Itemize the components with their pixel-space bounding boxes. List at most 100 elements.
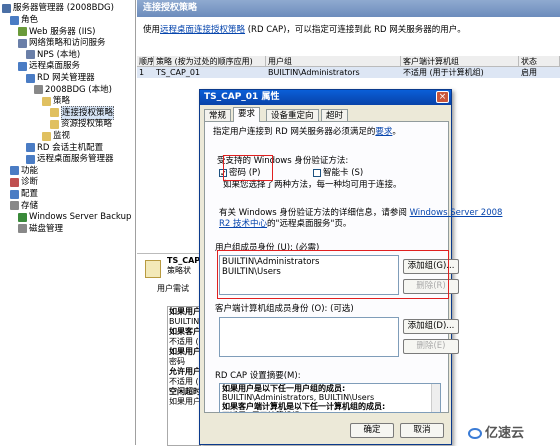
properties-dialog: TS_CAP_01 属性 × 常规 要求 设备重定向 超时 指定用户连接到 RD…	[199, 89, 502, 445]
tree-item-label: Web 服务器 (IIS)	[29, 26, 96, 37]
col-header-user-group[interactable]: 用户组	[266, 56, 401, 67]
tree-item[interactable]: 连接授权策略	[50, 105, 115, 120]
cloud-icon	[468, 428, 482, 439]
tree-item[interactable]: NPS (本地)	[26, 49, 80, 61]
tree-item-label: 2008BDG (本地)	[45, 84, 112, 95]
tree-item[interactable]: 监视	[42, 130, 70, 142]
summary-line: 不适用 (	[169, 377, 199, 386]
col-header-status[interactable]: 状态	[519, 56, 560, 67]
tab-timeout[interactable]: 超时	[321, 109, 349, 121]
tree-item-label: RD 会话主机配置	[37, 142, 104, 153]
node-icon	[42, 131, 51, 141]
node-icon	[34, 85, 43, 95]
tab-requirements[interactable]: 要求	[233, 107, 261, 122]
summary-box[interactable]: 如果用户是以下任一用户组的成员: BUILTIN\Administrators, …	[219, 383, 441, 413]
node-icon	[18, 38, 27, 48]
annotation-box	[217, 250, 449, 299]
tree-item-label: 诊断	[21, 177, 39, 188]
summary-line: BUILTIN\	[169, 317, 201, 326]
windows-server-link[interactable]: Windows Server 2008	[410, 208, 503, 218]
details-summary: 如果用户 BUILTIN\ 如果客户 不适用 (如果用户 密码 允许用户 不适用 (空闲超时…	[167, 306, 201, 446]
tree-item-label: 远程桌面服务	[29, 61, 81, 72]
summary-line: 不适用 (	[169, 337, 199, 346]
node-icon	[50, 108, 59, 118]
navigation-tree[interactable]: 服务器管理器 (2008BDG) 角色 Web 服务器 (IIS) 网络策略和访问服…	[0, 0, 136, 445]
summary-label: RD CAP 设置摘要(M):	[215, 371, 301, 381]
tree-item-label: 监视	[53, 131, 71, 141]
pane-title: 连接授权策略	[137, 0, 560, 17]
intro-text: 指定用户连接到 RD 网关服务器必须满足的要求。	[213, 127, 401, 137]
summary-line: 如果用户	[169, 347, 201, 356]
col-header-policy[interactable]: 策略 (按为过处的顺序应用)	[154, 56, 266, 67]
col-header-client-group[interactable]: 客户端计算机组	[401, 56, 519, 67]
pane-description: 使用远程桌面连接授权策略 (RD CAP)，可以指定可连接到此 RD 网关服务器…	[143, 25, 466, 35]
tree-item-label: Windows Server Backup	[29, 212, 132, 223]
summary-line: 空闲超时	[169, 387, 201, 396]
tree-item[interactable]: RD 网关管理器	[26, 72, 95, 84]
tree-item-label: 存储	[21, 200, 39, 211]
help-text: 有关 Windows 身份验证方法的详细信息，请参阅 Windows Serve…	[219, 208, 503, 218]
tree-item-label: 资源授权策略	[61, 119, 113, 130]
client-group-list[interactable]	[219, 317, 399, 357]
node-icon	[10, 166, 19, 176]
tree-item[interactable]: 远程桌面服务管理器	[26, 153, 114, 165]
node-icon	[18, 212, 27, 222]
tree-item-label: 角色	[21, 15, 39, 25]
tree-item-label: 磁盘管理	[29, 223, 64, 234]
tree-item[interactable]: 功能	[10, 165, 38, 177]
node-icon	[10, 15, 19, 25]
tree-item[interactable]: 存储	[10, 200, 38, 212]
summary-line: 允许用户	[169, 367, 201, 376]
details-status-label: 策略状	[167, 266, 191, 275]
smartcard-checkbox[interactable]: 智能卡 (S)	[313, 168, 363, 179]
scrollbar[interactable]	[431, 384, 440, 412]
tree-root[interactable]: 服务器管理器 (2008BDG)	[2, 2, 114, 14]
tree-item-label: NPS (本地)	[37, 49, 81, 60]
node-icon	[26, 73, 35, 83]
tree-item[interactable]: 诊断	[10, 176, 38, 188]
tree-item[interactable]: RD 会话主机配置	[26, 142, 103, 154]
tree-item[interactable]: 磁盘管理	[18, 223, 63, 235]
node-icon	[42, 96, 51, 106]
summary-line: 如果客户	[169, 327, 201, 336]
cancel-button[interactable]: 取消	[400, 423, 444, 438]
summary-line: 如果用户是以下任一用户组的成员:	[222, 384, 346, 393]
tab-general[interactable]: 常规	[204, 109, 232, 121]
ok-button[interactable]: 确定	[350, 423, 394, 438]
tree-item[interactable]: 配置	[10, 188, 38, 200]
close-button[interactable]: ×	[436, 91, 449, 103]
cell-policy[interactable]: TS_CAP_01	[154, 67, 266, 78]
help-text-2: R2 技术中心的"远程桌面服务"页。	[219, 219, 352, 229]
node-icon	[18, 224, 27, 234]
tree-item[interactable]: 远程桌面服务	[18, 60, 80, 72]
remove-client-button[interactable]: 删除(E)	[403, 339, 459, 354]
dialog-title: TS_CAP_01 属性	[200, 90, 451, 105]
node-icon	[26, 50, 35, 60]
tree-item[interactable]: 网络策略和访问服务	[18, 37, 106, 49]
add-client-group-button[interactable]: 添加组(D)...	[403, 319, 459, 334]
cell-user-group[interactable]: BUILTIN\Administrators	[266, 67, 401, 78]
summary-line: 不适用 (用于计算机组)	[220, 411, 440, 412]
node-icon	[18, 61, 27, 71]
annotation-box	[223, 155, 273, 181]
node-icon	[18, 27, 27, 37]
node-icon	[26, 154, 35, 164]
tab-device-redirection[interactable]: 设备重定向	[266, 109, 319, 121]
details-user-label: 用户需试	[157, 284, 189, 293]
tech-center-link[interactable]: R2 技术中心	[219, 219, 267, 229]
cell-order[interactable]: 1	[137, 67, 154, 78]
tree-item[interactable]: 2008BDG (本地)	[34, 84, 112, 96]
tree-item[interactable]: 资源授权策略	[50, 118, 112, 130]
col-header-order[interactable]: 顺序	[137, 56, 154, 67]
cell-client-group[interactable]: 不适用 (用于计算机组)	[401, 67, 519, 78]
rd-cap-link[interactable]: 远程桌面连接授权策略	[160, 25, 245, 35]
tree-item-label: 远程桌面服务管理器	[37, 154, 114, 165]
cell-status[interactable]: 启用	[519, 67, 560, 78]
node-icon	[50, 119, 59, 129]
tree-item[interactable]: 角色	[10, 14, 38, 26]
tree-item-label: 网络策略和访问服务	[29, 38, 106, 49]
node-icon	[26, 143, 35, 153]
requirements-link[interactable]: 要求	[375, 127, 392, 137]
tree-item[interactable]: Web 服务器 (IIS)	[18, 26, 95, 38]
tree-item[interactable]: Windows Server Backup	[18, 211, 131, 223]
